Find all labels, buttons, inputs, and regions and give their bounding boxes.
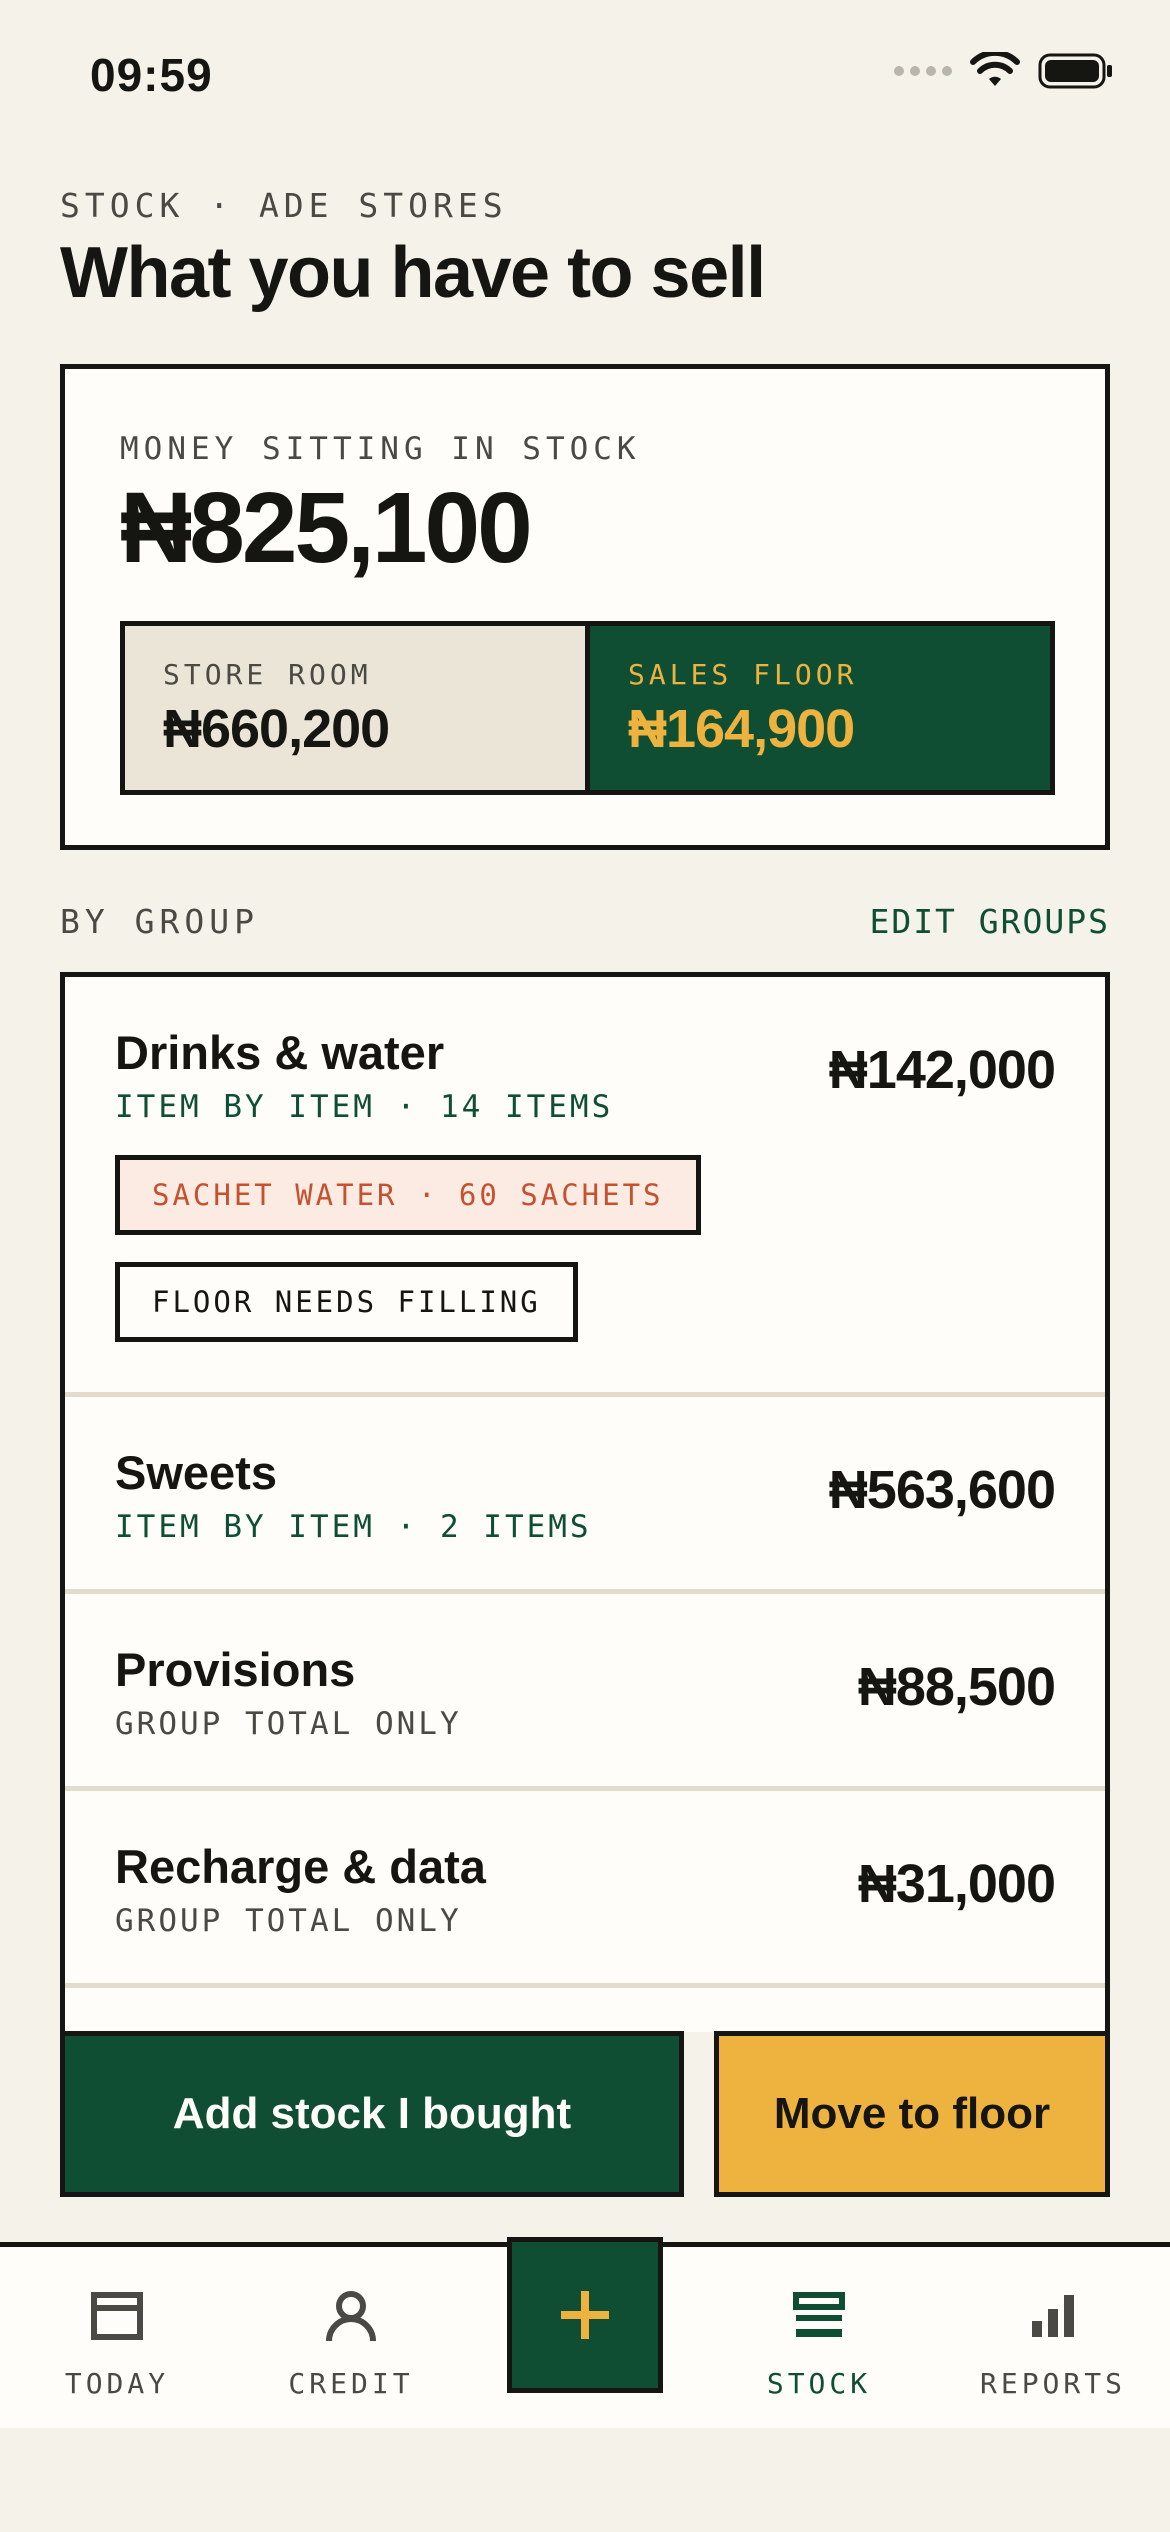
tab-label: STOCK (766, 2367, 872, 2400)
group-name: Provisions (115, 1643, 356, 1696)
plus-icon (561, 2291, 609, 2339)
status-time: 09:59 (90, 49, 213, 101)
section-label: BY GROUP (60, 902, 259, 941)
sales-floor-panel[interactable]: SALES FLOOR ₦164,900 (590, 626, 1050, 790)
store-room-value: ₦660,200 (163, 699, 390, 759)
tab-reports[interactable]: REPORTS (936, 2247, 1170, 2428)
low-stock-chip[interactable]: SACHET WATER · 60 SACHETS (115, 1155, 701, 1235)
store-room-label: STORE ROOM (163, 658, 372, 691)
quick-add-button[interactable] (507, 2237, 663, 2393)
wifi-icon (970, 52, 1020, 86)
person-icon (322, 2287, 380, 2345)
group-name: Drinks & water (115, 1026, 445, 1079)
page-eyebrow: STOCK · ADE STORES (60, 186, 508, 225)
signal-icon (894, 66, 952, 76)
groups-list: Drinks & water ITEM BY ITEM · 14 ITEMS ₦… (60, 972, 1110, 2032)
bar-chart-icon (1024, 2287, 1082, 2345)
tab-today[interactable]: TODAY (0, 2247, 234, 2428)
group-value: ₦563,600 (828, 1460, 1056, 1520)
stack-icon (790, 2287, 848, 2345)
group-value: ₦88,500 (857, 1657, 1056, 1717)
summary-label: MONEY SITTING IN STOCK (120, 431, 641, 467)
floor-needs-filling-chip[interactable]: FLOOR NEEDS FILLING (115, 1262, 578, 1342)
tab-credit[interactable]: CREDIT (234, 2247, 468, 2428)
tab-label: TODAY (64, 2367, 170, 2400)
sales-floor-value: ₦164,900 (628, 699, 855, 759)
battery-icon (1038, 53, 1112, 89)
group-meta: ITEM BY ITEM · 14 ITEMS (115, 1089, 614, 1125)
group-row-provisions[interactable]: Provisions GROUP TOTAL ONLY ₦88,500 (65, 1594, 1105, 1791)
group-meta: GROUP TOTAL ONLY (115, 1706, 462, 1742)
move-to-floor-button[interactable]: Move to floor (714, 2031, 1110, 2197)
group-value: ₦31,000 (857, 1854, 1056, 1914)
group-name: Recharge & data (115, 1840, 486, 1893)
group-row-drinks[interactable]: Drinks & water ITEM BY ITEM · 14 ITEMS ₦… (65, 977, 1105, 1397)
summary-value: ₦825,100 (120, 472, 533, 584)
page-title: What you have to sell (60, 233, 766, 313)
tab-stock[interactable]: STOCK (702, 2247, 936, 2428)
store-room-panel[interactable]: STORE ROOM ₦660,200 (125, 626, 590, 790)
tab-label: CREDIT (288, 2367, 414, 2400)
add-stock-button[interactable]: Add stock I bought (60, 2031, 684, 2197)
stock-summary-card: MONEY SITTING IN STOCK ₦825,100 STORE RO… (60, 364, 1110, 850)
group-row-sweets[interactable]: Sweets ITEM BY ITEM · 2 ITEMS ₦563,600 (65, 1397, 1105, 1594)
group-meta: GROUP TOTAL ONLY (115, 1903, 462, 1939)
group-meta: ITEM BY ITEM · 2 ITEMS (115, 1509, 592, 1545)
edit-groups-link[interactable]: EDIT GROUPS (869, 902, 1110, 941)
group-value: ₦142,000 (828, 1040, 1056, 1100)
wallet-icon (88, 2287, 146, 2345)
group-name: Sweets (115, 1446, 277, 1499)
bottom-nav: TODAY CREDIT STOCK REPORTS (0, 2237, 1170, 2428)
sales-floor-label: SALES FLOOR (628, 658, 858, 691)
tab-label: REPORTS (979, 2367, 1126, 2400)
stock-split: STORE ROOM ₦660,200 SALES FLOOR ₦164,900 (120, 621, 1055, 795)
status-icons (894, 52, 1114, 90)
group-row-recharge[interactable]: Recharge & data GROUP TOTAL ONLY ₦31,000 (65, 1791, 1105, 1988)
